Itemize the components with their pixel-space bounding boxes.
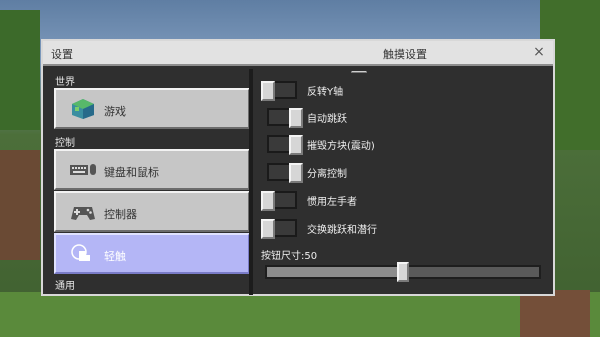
toggle-knob bbox=[261, 81, 275, 101]
background-dirt-left bbox=[0, 150, 40, 260]
sidebar-item-touch[interactable]: 轻触 bbox=[54, 233, 249, 274]
option-label: 惯用左手者 bbox=[307, 197, 357, 208]
slider-thumb[interactable] bbox=[397, 262, 409, 282]
dialog-titlebar: 设置 触摸设置 × bbox=[43, 41, 553, 66]
invert-y-toggle[interactable] bbox=[261, 81, 297, 101]
option-label: 自动跳跃 bbox=[307, 114, 347, 125]
option-label: 分离控制 bbox=[307, 169, 347, 180]
settings-dialog: 设置 触摸设置 × 世界 游戏 控制 键盘和鼠标 控制器 轻触 通用 反转Y轴 … bbox=[41, 39, 555, 296]
settings-title: 设置 bbox=[51, 48, 73, 61]
sidebar-item-keyboard-mouse[interactable]: 键盘和鼠标 bbox=[54, 149, 249, 190]
panel-divider bbox=[249, 69, 253, 295]
left-handed-toggle[interactable] bbox=[261, 191, 297, 211]
toggle-knob bbox=[289, 135, 303, 155]
option-label: 反转Y轴 bbox=[307, 87, 344, 98]
section-label-world: 世界 bbox=[55, 77, 75, 88]
background-grass bbox=[0, 292, 600, 337]
section-label-controls: 控制 bbox=[55, 138, 75, 149]
toggle-knob bbox=[289, 163, 303, 183]
option-label: 摧毁方块(震动) bbox=[307, 141, 375, 152]
gamepad-icon bbox=[71, 207, 95, 220]
background-tree-left bbox=[0, 10, 40, 130]
sidebar-item-label: 控制器 bbox=[104, 208, 137, 221]
destroy-vibrate-toggle[interactable] bbox=[267, 135, 303, 155]
sidebar-item-label: 键盘和鼠标 bbox=[104, 166, 159, 179]
scroll-indicator[interactable] bbox=[351, 71, 367, 73]
button-size-label: 按钮尺寸:50 bbox=[261, 251, 318, 262]
sidebar-item-controller[interactable]: 控制器 bbox=[54, 191, 249, 232]
touch-settings-panel: 反转Y轴 自动跳跃 摧毁方块(震动) 分离控制 惯用左手者 交换跳跃和潜行 按钮… bbox=[255, 71, 551, 293]
sidebar-item-label: 游戏 bbox=[104, 105, 126, 118]
settings-sidebar: 世界 游戏 控制 键盘和鼠标 控制器 轻触 通用 bbox=[49, 71, 249, 293]
button-size-slider[interactable] bbox=[265, 262, 541, 282]
slider-fill bbox=[267, 267, 403, 277]
option-label: 交换跳跃和潜行 bbox=[307, 225, 377, 236]
split-controls-toggle[interactable] bbox=[267, 163, 303, 183]
close-icon[interactable]: × bbox=[531, 43, 547, 61]
toggle-knob bbox=[261, 191, 275, 211]
touch-settings-title: 触摸设置 bbox=[383, 48, 427, 61]
world-cube-icon bbox=[72, 99, 94, 119]
sidebar-item-game[interactable]: 游戏 bbox=[54, 88, 249, 129]
swap-jump-sneak-toggle[interactable] bbox=[261, 219, 297, 239]
background-dirt-right bbox=[520, 290, 590, 337]
toggle-knob bbox=[261, 219, 275, 239]
auto-jump-toggle[interactable] bbox=[267, 108, 303, 128]
touch-hand-icon bbox=[71, 244, 90, 261]
section-label-general: 通用 bbox=[55, 281, 75, 292]
keyboard-mouse-icon bbox=[70, 164, 96, 175]
toggle-knob bbox=[289, 108, 303, 128]
sidebar-item-label: 轻触 bbox=[104, 250, 126, 263]
